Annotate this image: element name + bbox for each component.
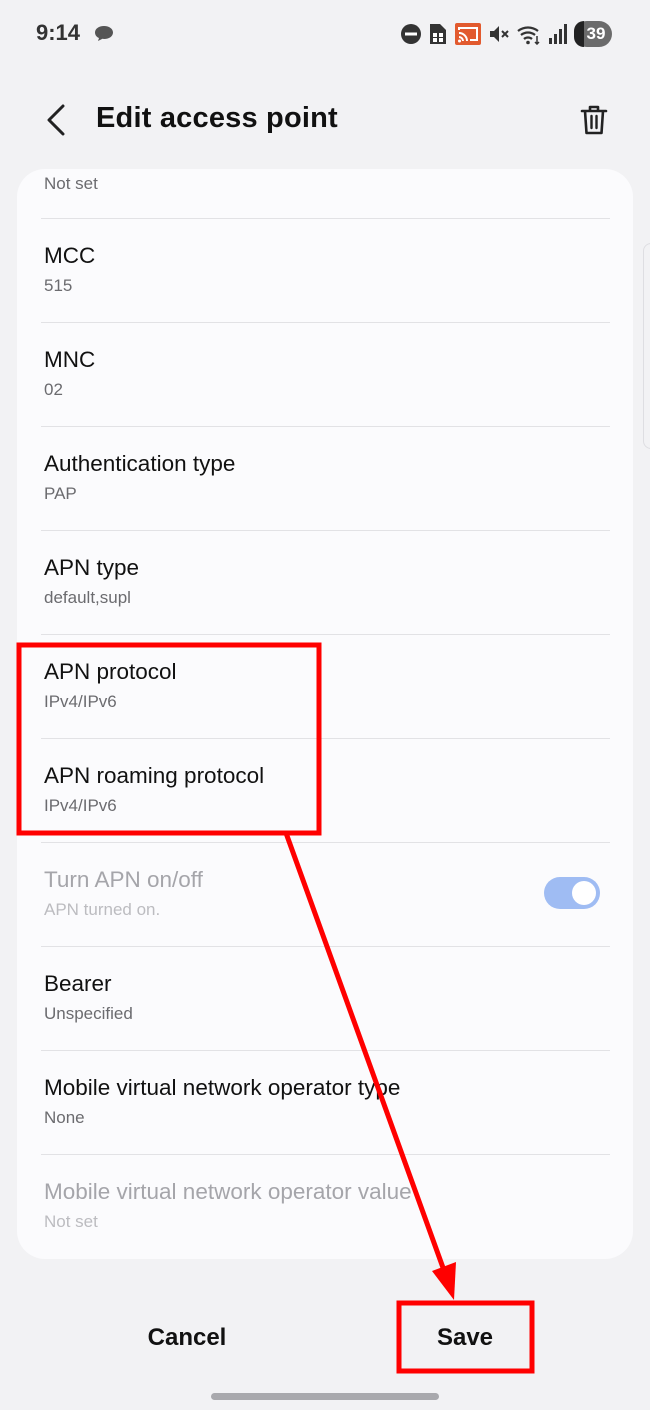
list-item-value: IPv4/IPv6 — [44, 796, 117, 815]
list-item-turn-apn-on-off: Turn APN on/off APN turned on. — [41, 843, 610, 947]
list-item-title: APN roaming protocol — [44, 763, 265, 788]
list-item-value: Unspecified — [44, 1004, 133, 1023]
app-bar: Edit access point — [0, 84, 650, 156]
list-item-title: Bearer — [44, 971, 112, 996]
mute-icon — [490, 26, 509, 42]
list-item-title: MCC — [44, 243, 96, 268]
save-button[interactable]: Save — [390, 1308, 540, 1368]
list-item-value: PAP — [44, 484, 77, 503]
list-item-title: Authentication type — [44, 451, 236, 476]
list-item-value: None — [44, 1108, 85, 1127]
navigation-handle[interactable] — [211, 1393, 439, 1400]
chevron-left-icon — [47, 104, 65, 136]
list-item-value: APN turned on. — [44, 900, 161, 919]
list-item-value: 515 — [44, 276, 73, 295]
battery-icon: 39 — [574, 21, 612, 47]
list-item-title: Mobile virtual network operator type — [44, 1075, 401, 1100]
list-item-mvno-value: Mobile virtual network operator value No… — [41, 1155, 610, 1259]
list-item-value: Not set — [44, 174, 98, 193]
list-item-mvno-type[interactable]: Mobile virtual network operator type Non… — [41, 1051, 610, 1155]
wifi-icon — [517, 26, 540, 45]
list-item-partial[interactable]: Not set — [41, 169, 610, 219]
annotation-arrowhead — [432, 1262, 456, 1300]
list-item-bearer[interactable]: Bearer Unspecified — [41, 947, 610, 1051]
cast-icon — [455, 23, 481, 45]
page-title: Edit access point — [96, 102, 338, 134]
list-item-title: Mobile virtual network operator value — [44, 1179, 412, 1204]
status-time: 9:14 — [36, 20, 81, 45]
list-item-apn-roaming-protocol[interactable]: APN roaming protocol IPv4/IPv6 — [41, 739, 610, 843]
list-item-mcc[interactable]: MCC 515 — [41, 219, 610, 323]
scroll-indicator[interactable] — [643, 243, 650, 449]
list-item-value: 02 — [44, 380, 63, 399]
list-item-value: IPv4/IPv6 — [44, 692, 117, 711]
list-item-apn-type[interactable]: APN type default,supl — [41, 531, 610, 635]
status-icons: 39 — [400, 20, 612, 48]
list-item-value: default,supl — [44, 588, 131, 607]
do-not-disturb-icon — [401, 24, 421, 44]
cancel-button[interactable]: Cancel — [112, 1308, 262, 1368]
list-item-title: APN type — [44, 555, 140, 580]
list-item-value: Not set — [44, 1212, 98, 1231]
list-item-mnc[interactable]: MNC 02 — [41, 323, 610, 427]
list-item-apn-protocol[interactable]: APN protocol IPv4/IPv6 — [41, 635, 610, 739]
signal-icon — [549, 24, 567, 44]
trash-icon — [580, 105, 608, 135]
chat-bubble-icon — [95, 26, 113, 41]
status-bar: 9:14 39 — [0, 0, 650, 68]
list-item-authentication-type[interactable]: Authentication type PAP — [41, 427, 610, 531]
list-item-title: APN protocol — [44, 659, 177, 684]
apn-settings-list: Not set MCC 515 MNC 02 Authentication ty… — [17, 169, 633, 1259]
list-item-title: Turn APN on/off — [44, 867, 203, 892]
list-item-title: MNC — [44, 347, 96, 372]
battery-level: 39 — [586, 24, 606, 43]
sim-icon — [430, 24, 446, 44]
back-button[interactable] — [38, 100, 74, 140]
toggle-knob — [572, 881, 596, 905]
delete-button[interactable] — [574, 98, 614, 142]
apn-toggle-switch[interactable] — [544, 877, 600, 909]
